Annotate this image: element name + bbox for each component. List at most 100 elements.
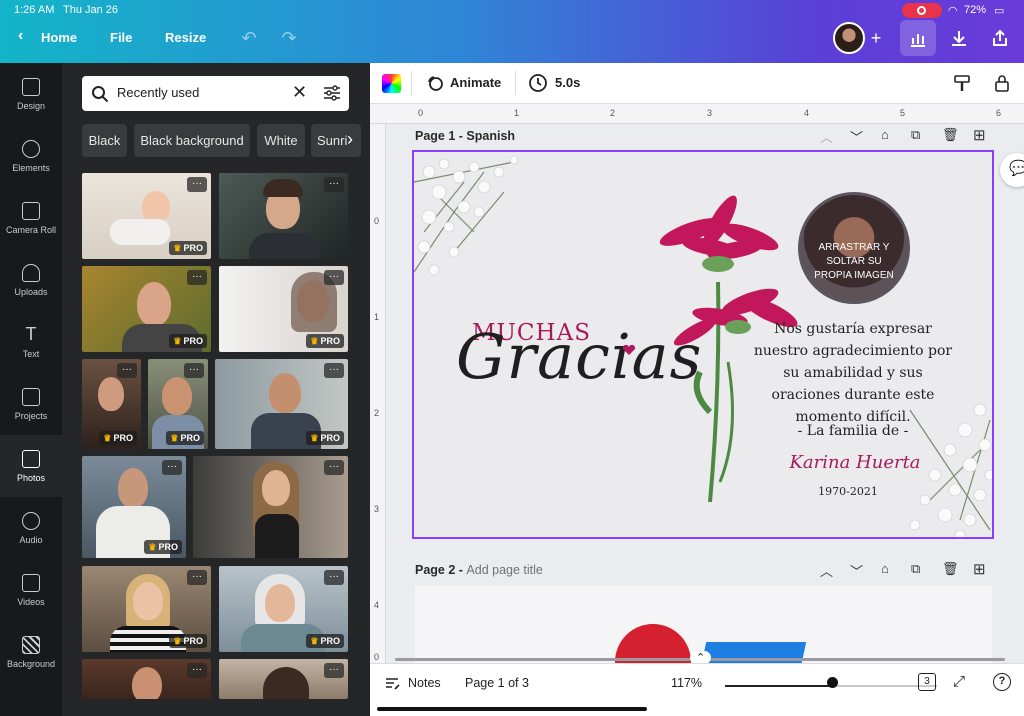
color-picker-icon[interactable]	[382, 74, 401, 93]
photo-thumb-young-woman[interactable]: ···	[193, 456, 348, 558]
more-options-icon[interactable]: ···	[184, 363, 204, 378]
back-chevron-icon[interactable]: ‹	[18, 27, 23, 45]
home-button[interactable]: Home	[41, 30, 77, 45]
more-options-icon[interactable]: ···	[324, 663, 344, 678]
photo-thumb-woman-smiling[interactable]: ··· ♛ PRO	[219, 266, 348, 352]
rail-text[interactable]: T Text	[0, 311, 62, 373]
rail-elements[interactable]: Elements	[0, 125, 62, 187]
rail-design[interactable]: Design	[0, 63, 62, 125]
more-options-icon[interactable]: ···	[187, 570, 207, 585]
chip-black-background[interactable]: Black background	[134, 124, 250, 157]
notes-button[interactable]: Notes	[408, 676, 441, 690]
move-page-down-icon[interactable]: ﹀	[850, 127, 863, 146]
photos-panel: Recently used ✕ Black Black background W…	[62, 63, 370, 716]
page-indicator[interactable]: Page 1 of 3	[465, 676, 529, 690]
photo-drop-placeholder[interactable]: ARRASTRAR Y SOLTAR SU PROPIA IMAGEN	[798, 192, 910, 304]
family-label[interactable]: - La familia de -	[778, 423, 928, 439]
move-page-up-icon[interactable]: ︿	[820, 127, 833, 146]
add-comment-button[interactable]: 💬	[1000, 153, 1024, 187]
lock-page-icon[interactable]: ⌂	[881, 127, 889, 142]
family-name[interactable]: Karina Huerta	[780, 452, 930, 473]
move-page-down-icon[interactable]: ﹀	[850, 561, 863, 580]
lock-page-icon[interactable]: ⌂	[881, 561, 889, 576]
chip-white[interactable]: White	[257, 124, 305, 157]
insights-button[interactable]	[900, 20, 936, 56]
more-options-icon[interactable]: ···	[187, 177, 207, 192]
photo-thumb-baby[interactable]: ··· ♛ PRO	[82, 173, 211, 259]
more-options-icon[interactable]: ···	[324, 460, 344, 475]
rail-audio[interactable]: Audio	[0, 497, 62, 559]
page2-title-input[interactable]: Add page title	[466, 563, 542, 577]
page1-title[interactable]: Spanish	[466, 129, 515, 143]
lock-icon[interactable]	[992, 73, 1012, 93]
animate-button[interactable]: Animate	[450, 75, 501, 90]
more-options-icon[interactable]: ···	[187, 270, 207, 285]
pro-badge: ♛ PRO	[144, 540, 182, 554]
duration-button[interactable]: 5.0s	[555, 75, 580, 90]
download-icon[interactable]	[945, 24, 973, 52]
status-battery: 72%	[964, 4, 987, 16]
photo-thumb-young-man[interactable]: ···	[219, 173, 348, 259]
help-icon[interactable]: ?	[993, 673, 1011, 691]
comment-icon: 💬	[1009, 160, 1024, 177]
photo-thumb-blonde-woman[interactable]: ··· ♛ PRO	[82, 566, 211, 652]
pro-badge: ♛ PRO	[169, 241, 207, 255]
photo-thumb-man-street[interactable]: ··· ♛ PRO	[215, 359, 348, 449]
rail-uploads[interactable]: Uploads	[0, 249, 62, 311]
share-icon[interactable]	[986, 24, 1014, 52]
format-painter-icon[interactable]	[952, 73, 972, 93]
chips-next-chevron-icon[interactable]: ›	[347, 129, 353, 150]
zoom-slider-track[interactable]	[725, 685, 832, 687]
page-grid-button[interactable]: 3	[918, 673, 936, 691]
duplicate-page-icon[interactable]: ⧉	[911, 561, 920, 577]
zoom-slider-knob[interactable]	[827, 677, 838, 688]
zoom-level[interactable]: 117%	[671, 676, 702, 690]
design-page-1[interactable]: MUCHAS Gracias ARRASTRAR Y SOLTAR SU PRO…	[412, 150, 994, 539]
photo-thumb-woman-curly[interactable]: ··· ♛ PRO	[82, 359, 141, 449]
years-text[interactable]: 1970-2021	[798, 485, 898, 498]
more-options-icon[interactable]: ···	[187, 663, 207, 678]
photo-subject	[137, 282, 171, 326]
user-avatar[interactable]	[833, 22, 865, 54]
clear-search-icon[interactable]: ✕	[292, 82, 307, 103]
photo-thumb-grey-haired-woman[interactable]: ··· ♛ PRO	[219, 566, 348, 652]
redo-icon[interactable]: ↷	[275, 24, 303, 52]
rail-photos[interactable]: Photos	[0, 435, 62, 497]
photo-thumb-woman-curly-2[interactable]: ···	[219, 659, 348, 699]
photo-thumb-older-man[interactable]: ··· ♛ PRO	[82, 266, 211, 352]
file-menu-button[interactable]: File	[110, 30, 132, 45]
more-options-icon[interactable]: ···	[117, 363, 137, 378]
more-options-icon[interactable]: ···	[324, 270, 344, 285]
more-options-icon[interactable]: ···	[324, 570, 344, 585]
photo-subject	[118, 468, 148, 508]
add-collaborator-icon[interactable]: +	[862, 24, 890, 52]
add-page-icon[interactable]: ⊞	[973, 126, 986, 144]
delete-page-icon[interactable]: 🗑	[942, 127, 959, 143]
search-input[interactable]: Recently used ✕	[82, 76, 349, 111]
rail-background[interactable]: Background	[0, 621, 62, 683]
rail-videos[interactable]: Videos	[0, 559, 62, 621]
more-options-icon[interactable]: ···	[324, 363, 344, 378]
layout-icon	[22, 77, 40, 96]
photo-thumb-senior-man[interactable]: ··· ♛ PRO	[82, 456, 186, 558]
add-page-icon[interactable]: ⊞	[973, 560, 986, 578]
filter-icon[interactable]	[322, 84, 342, 102]
rail-projects[interactable]: Projects	[0, 373, 62, 435]
pro-badge: ♛ PRO	[306, 334, 344, 348]
duplicate-page-icon[interactable]: ⧉	[911, 127, 920, 143]
pro-badge: ♛ PRO	[99, 431, 137, 445]
more-options-icon[interactable]: ···	[324, 177, 344, 192]
rail-camera-roll[interactable]: Camera Roll	[0, 187, 62, 249]
thank-you-message[interactable]: Nos gustaría expresar nuestro agradecimi…	[748, 318, 958, 428]
photo-thumb-woman-dark[interactable]: ···	[82, 659, 211, 699]
photo-subject-body	[249, 233, 319, 259]
photo-thumb-asian-man[interactable]: ··· ♛ PRO	[148, 359, 208, 449]
resize-button[interactable]: Resize	[165, 30, 206, 45]
undo-icon[interactable]: ↶	[235, 24, 263, 52]
chip-black[interactable]: Black	[82, 124, 127, 157]
delete-page-icon[interactable]: 🗑	[942, 561, 959, 577]
fullscreen-icon[interactable]: ⤢	[953, 673, 965, 690]
move-page-up-icon[interactable]: ︿	[820, 561, 833, 580]
more-options-icon[interactable]: ···	[162, 460, 182, 475]
chip-sunrise[interactable]: Sunri	[311, 124, 361, 157]
